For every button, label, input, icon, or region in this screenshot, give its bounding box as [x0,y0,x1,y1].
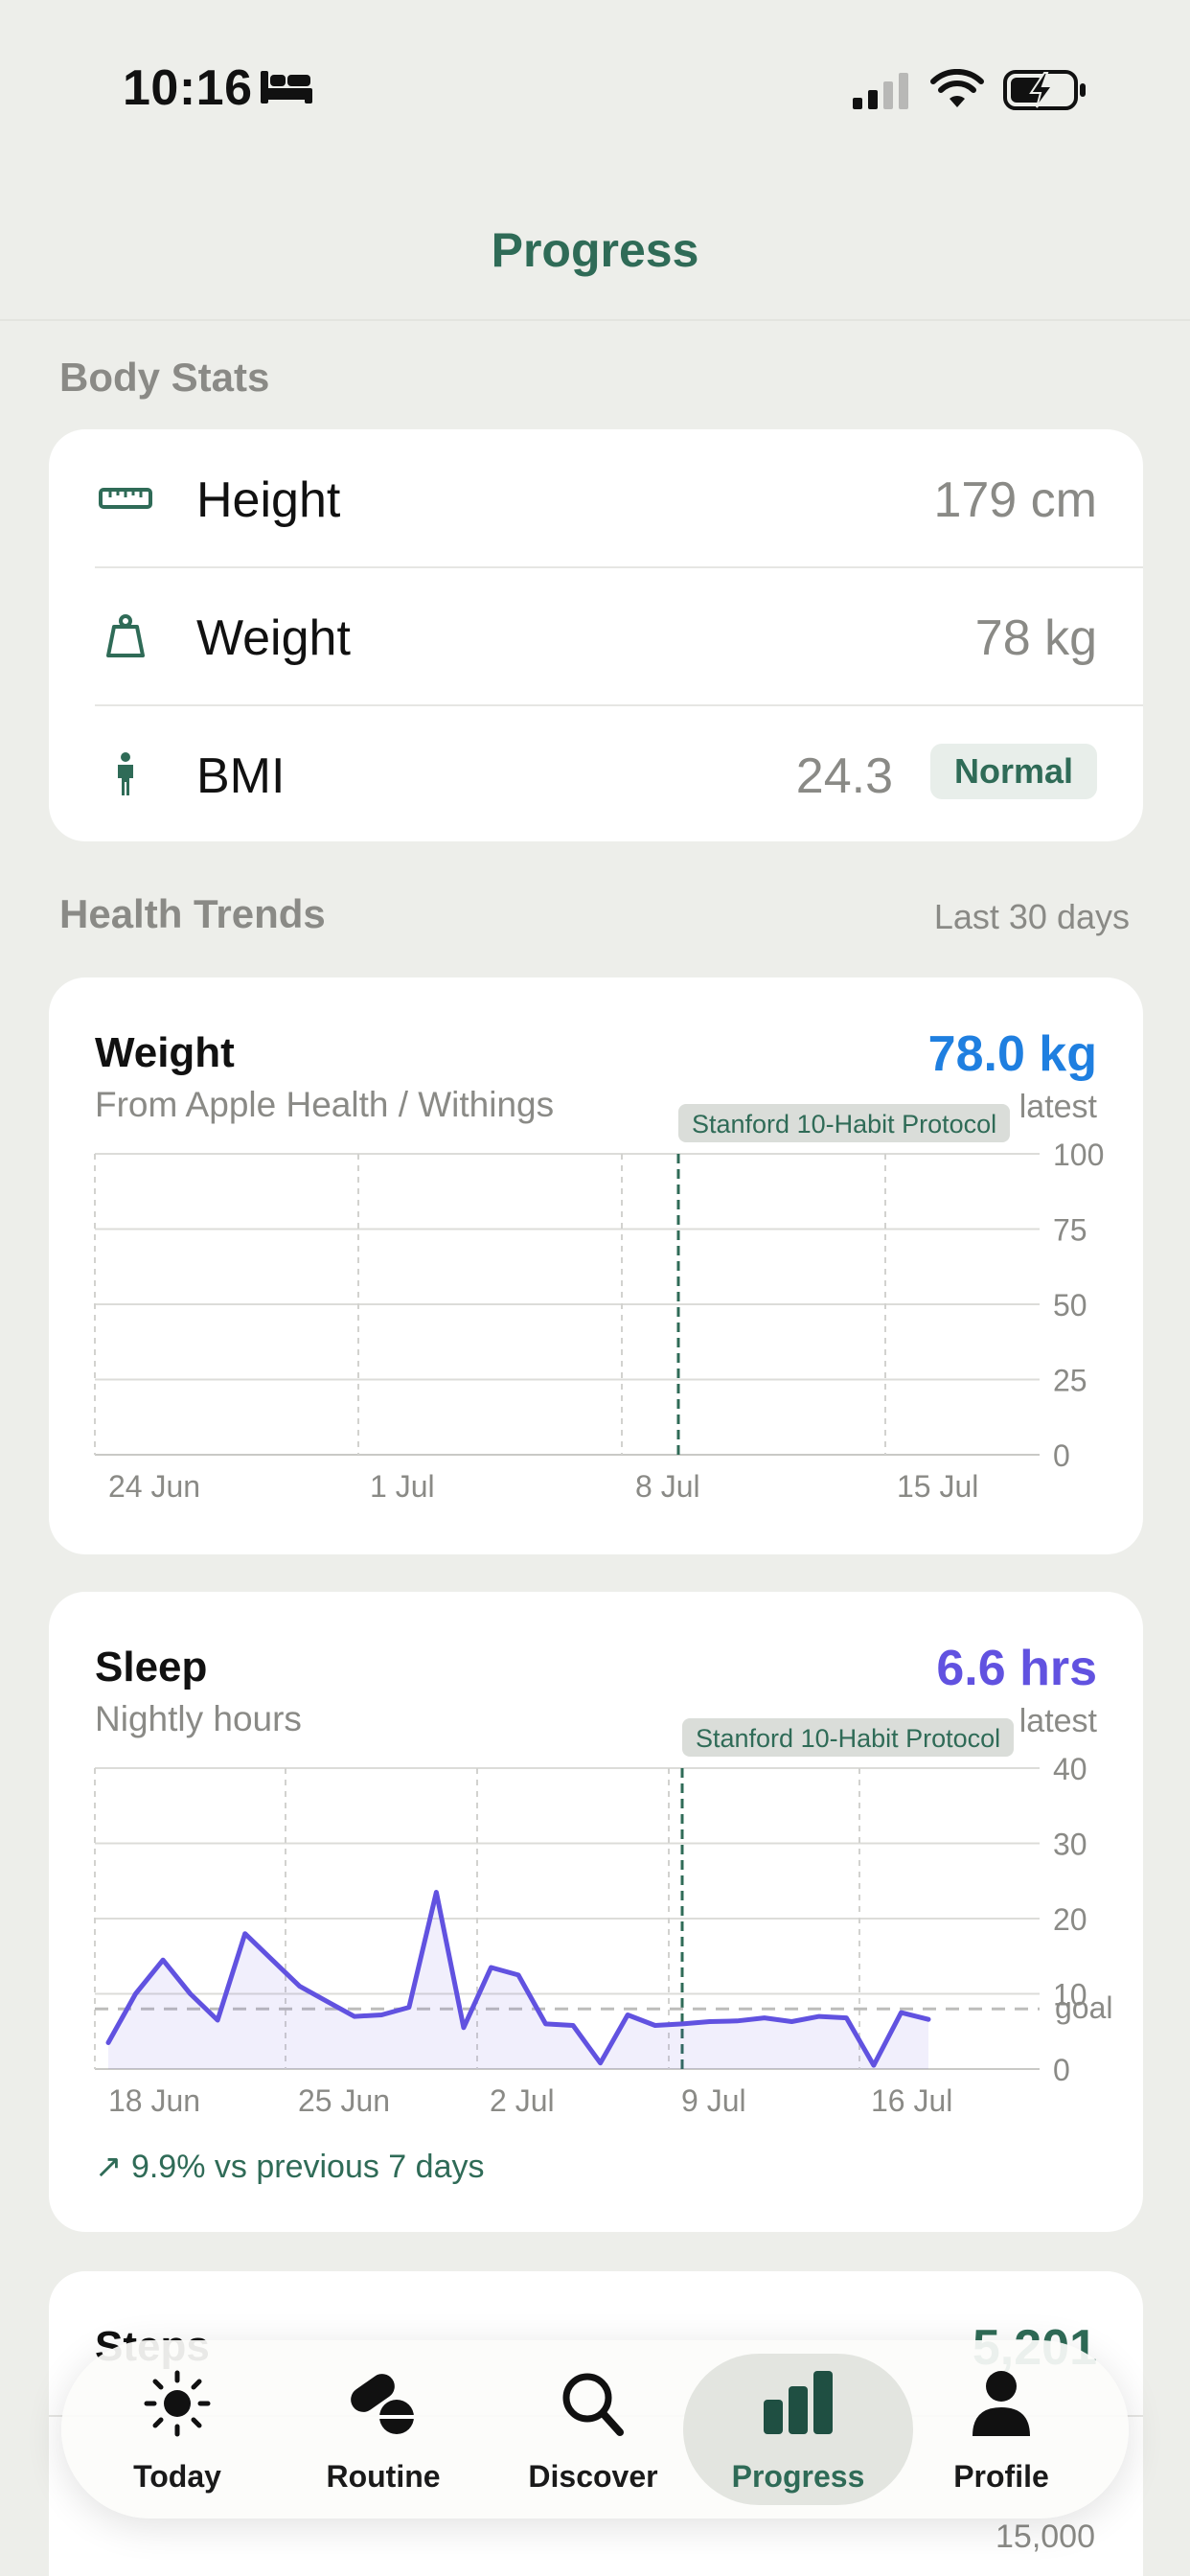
y-tick-label: 20 [1053,1902,1087,1937]
x-tick-label: 9 Jul [681,2083,746,2118]
sleep-chart: 40302010018 Jun 25 Jun 2 Jul 9 Jul 16 JulSta… [94,1718,1113,2118]
tab-routine-label: Routine [326,2459,441,2494]
sleep-trend-card[interactable]: Sleep Nightly hours 6.6 hrs latest 40 30 2… [49,1592,1143,2232]
tab-routine[interactable]: Routine [307,2340,460,2518]
tab-today-label: Today [133,2459,221,2494]
search-icon [562,2373,624,2436]
progress-screen: 10:16 Progress Body Stats Height 179 cm … [0,0,1190,2576]
person-icon [118,752,133,795]
y-tick-label: 25 [1053,1364,1087,1398]
y-tick-label: 30 [1053,1828,1087,1862]
bmi-value: 24.3 [795,748,893,804]
person-icon [973,2371,1030,2436]
x-tick-label: 24 Jun [108,1469,200,1504]
x-tick-label: 25 Jun [298,2083,390,2118]
body-stats-card: Height 179 cm Weight 78 kg BMI 24.3 Norm… [49,429,1143,841]
x-tick-label: 2 Jul [490,2083,555,2118]
protocol-marker-label: Stanford 10-Habit Protocol [696,1724,1000,1753]
weight-trend-card[interactable]: Weight From Apple Health / Withings 78.0… [49,978,1143,1554]
weight-label: Weight [196,610,351,666]
header-divider [0,319,1190,321]
y-tick-label: 75 [1053,1213,1087,1248]
status-bar: 10:16 [0,0,1190,182]
bmi-label: BMI [196,748,286,804]
battery-charging-icon [1003,70,1086,110]
weight-chart: 100 75 50 25 0 24 Jun 1 Jul 8 Jul 15 Jul Stanford… [94,1104,1104,1504]
trends-range-label[interactable]: Last 30 days [934,897,1130,937]
protocol-marker-label: Stanford 10-Habit Protocol [692,1110,996,1138]
height-label: Height [196,472,341,528]
sun-icon [144,2370,211,2437]
tab-discover[interactable]: Discover [507,2340,679,2518]
x-tick-label: 8 Jul [635,1469,700,1504]
y-tick-label: 100 [1053,1138,1104,1172]
y-tick-label: 0 [1053,2053,1070,2087]
tab-profile[interactable]: Profile [929,2340,1073,2518]
status-time: 10:16 [123,60,253,116]
bar-chart-icon [764,2371,833,2434]
y-tick-label: 50 [1053,1288,1087,1322]
tab-progress-label: Progress [731,2459,865,2494]
ruler-icon [99,488,152,509]
tab-discover-label: Discover [528,2459,658,2494]
tab-today[interactable]: Today [105,2340,249,2518]
goal-label: goal [1055,1990,1113,2025]
weight-row[interactable]: Weight 78 kg [49,567,1143,705]
sleep-trend-change: ↗ 9.9% vs previous 7 days [95,2148,484,2186]
wifi-icon [930,69,984,107]
weight-value: 78 kg [974,610,1097,666]
weight-scale-icon [106,614,145,657]
tab-profile-label: Profile [953,2459,1049,2494]
x-tick-label: 15 Jul [897,1469,978,1504]
y-tick-label: 40 [1053,1752,1087,1786]
x-tick-label: 18 Jun [108,2083,200,2118]
pills-icon [351,2374,414,2434]
steps-y-tick: 15,000 [995,2518,1095,2555]
tab-progress[interactable]: Progress [707,2340,889,2518]
y-tick-label: 0 [1053,1438,1070,1473]
cellular-signal-icon [853,73,908,109]
page-title: Progress [491,223,699,277]
height-row[interactable]: Height 179 cm [49,429,1143,567]
trend-up-arrow-icon: ↗ [95,2149,123,2185]
body-stats-heading: Body Stats [59,355,270,400]
height-value: 179 cm [933,472,1097,528]
bmi-row[interactable]: BMI 24.3 Normal [49,705,1143,843]
x-tick-label: 16 Jul [871,2083,952,2118]
bmi-status-badge: Normal [930,744,1097,799]
bed-icon [261,71,312,104]
tab-bar: Today Routine Discover Progress Profile [61,2340,1129,2518]
x-tick-label: 1 Jul [370,1469,435,1504]
health-trends-heading: Health Trends [59,891,326,936]
sleep-trend-text: 9.9% vs previous 7 days [130,2149,485,2185]
